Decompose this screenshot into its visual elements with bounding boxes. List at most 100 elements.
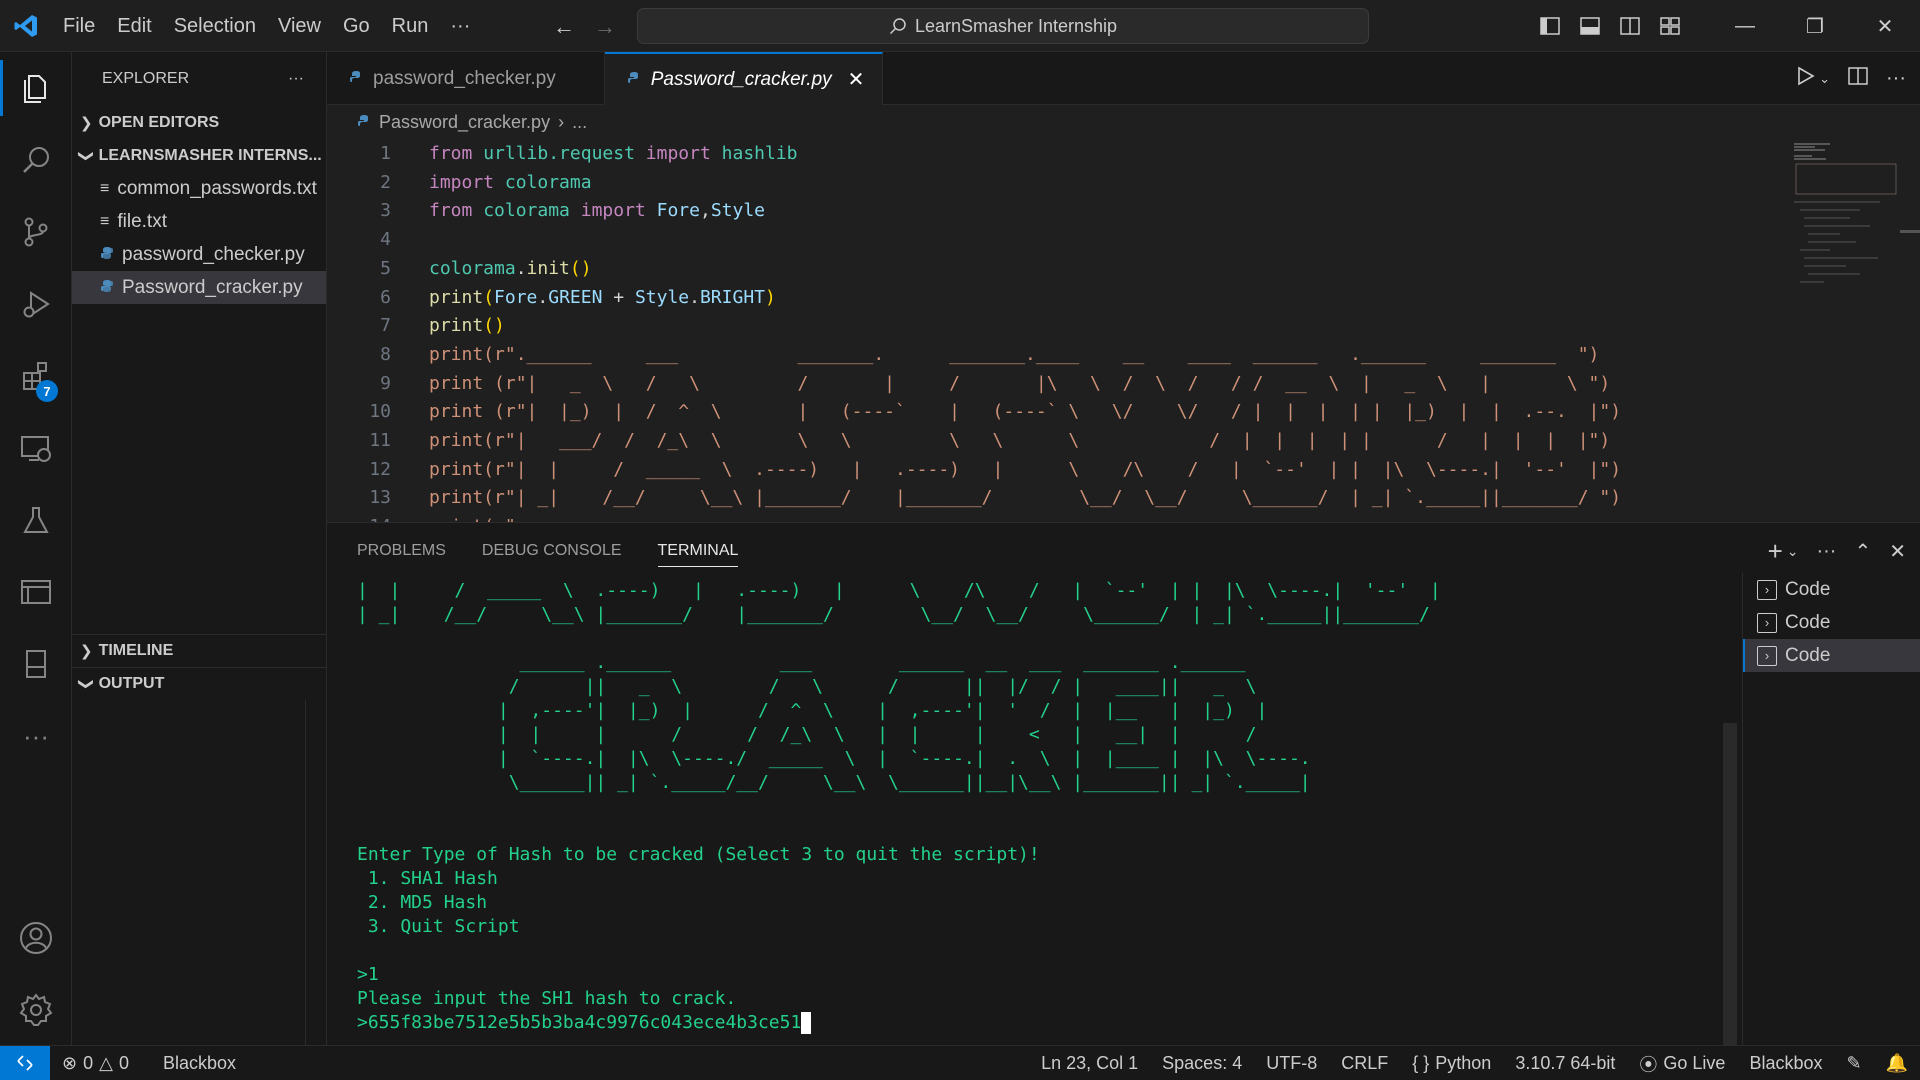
breadcrumb-file[interactable]: Password_cracker.py [379,112,550,133]
output-scroll-divider [305,700,306,1045]
settings-gear-icon[interactable] [0,974,72,1046]
remote-indicator-icon[interactable] [0,1045,50,1080]
search-icon[interactable] [0,124,72,196]
back-arrow-icon[interactable]: ← [553,14,575,40]
editor-more-icon[interactable]: ··· [1886,67,1906,90]
go-live-label: Go Live [1663,1053,1726,1073]
go-live-button[interactable]: ⦿ Go Live [1627,1051,1737,1077]
tab-password-cracker[interactable]: Password_cracker.py ✕ [604,52,884,105]
minimap[interactable] [1790,140,1900,300]
blackbox-status-right[interactable]: Blackbox [1737,1053,1834,1074]
terminal-scrollbar[interactable] [1723,723,1737,1046]
status-bar: ⊗ 0 △ 0 Blackbox Ln 23, Col 1 Spaces: 4 … [0,1045,1920,1080]
file-item[interactable]: password_checker.py [72,238,326,271]
terminal-line: Please input the SH1 hash to crack. [357,988,737,1009]
cursor-position[interactable]: Ln 23, Col 1 [1029,1053,1150,1074]
file-item[interactable]: ≡ file.txt [72,205,326,238]
text-file-icon: ≡ [100,212,110,230]
notifications-bell-icon[interactable]: 🔔 [1874,1053,1920,1074]
encoding[interactable]: UTF-8 [1254,1053,1329,1074]
menu-edit[interactable]: Edit [106,0,162,52]
tab-password-checker[interactable]: password_checker.py [327,52,605,105]
terminal-instance[interactable]: › Code [1743,606,1920,639]
chevron-right-icon: ❯ [80,114,93,132]
explorer-more-button[interactable]: ··· [288,70,304,88]
code-line: from colorama import Fore,Style [429,200,766,222]
terminal-instance[interactable]: › Code [1743,573,1920,606]
terminal-icon: › [1757,645,1777,666]
blackbox-icon[interactable] [0,628,72,700]
chevron-down-icon: ❯ [77,677,95,691]
output-section[interactable]: ❯ OUTPUT [72,667,327,700]
breadcrumb: Password_cracker.py › ... [327,105,1920,140]
menu-selection[interactable]: Selection [163,0,267,52]
end-of-line[interactable]: CRLF [1329,1053,1400,1074]
blackbox-status-left[interactable]: Blackbox [151,1053,248,1074]
accounts-icon[interactable] [0,902,72,974]
minimap-slider[interactable] [1900,230,1920,233]
code-line: print(r"| ___/ / /_\ \ \ \ \ \ \ / | | |… [429,430,1611,451]
indentation[interactable]: Spaces: 4 [1150,1053,1254,1074]
terminal-output[interactable]: | | / _____ \ .----) | .----) | \ /\ / |… [357,579,1737,1046]
file-item-selected[interactable]: Password_cracker.py [72,271,326,304]
close-tab-icon[interactable]: ✕ [848,67,865,92]
close-panel-icon[interactable]: ✕ [1889,539,1906,564]
extensions-icon[interactable]: 7 [0,340,72,412]
new-terminal-icon[interactable]: + [1768,536,1783,567]
error-count: 0 [83,1052,94,1073]
split-editor-icon[interactable] [1848,66,1868,91]
toggle-primary-sidebar-icon[interactable] [1530,0,1570,52]
code-line: print(Fore.GREEN + Style.BRIGHT) [429,286,776,308]
run-file-icon[interactable] [1797,66,1815,92]
menu-more[interactable]: ··· [439,0,481,52]
terminal-cursor [801,1012,812,1034]
python-icon [627,69,641,91]
run-debug-icon[interactable] [0,268,72,340]
explorer-icon[interactable] [0,52,72,124]
terminal-instance-selected[interactable]: › Code [1743,639,1920,672]
terminal-line: | `----.| |\ \----./ _____ \ | `----.| .… [357,748,1311,769]
menu-run[interactable]: Run [381,0,440,52]
problems-status[interactable]: ⊗ 0 △ 0 [50,1053,141,1074]
line-number: 10 [369,401,391,423]
remote-window-icon[interactable] [0,556,72,628]
toggle-panel-icon[interactable] [1570,0,1610,52]
terminal-line: 2. MD5 Hash [357,892,488,913]
testing-icon[interactable] [0,484,72,556]
breadcrumb-rest[interactable]: ... [572,112,587,133]
code-editor[interactable]: 1 from urllib.request import hashlib 2 imp… [327,140,1920,522]
vscode-logo-icon[interactable] [0,0,52,52]
terminal-line: | ,----'| |_) | / ^ \ | ,----'| ' / | |_… [357,700,1268,721]
timeline-section[interactable]: ❯ TIMELINE [72,634,327,667]
open-editors-section[interactable]: ❯ OPEN EDITORS [72,106,326,139]
panel-more-icon[interactable]: ··· [1816,540,1836,563]
tab-problems[interactable]: PROBLEMS [357,542,446,560]
forward-arrow-icon[interactable]: → [594,14,616,40]
menu-go[interactable]: Go [332,0,381,52]
explorer-sidebar: EXPLORER ··· ❯ OPEN EDITORS ❯ LEARNSMASH… [72,52,327,1045]
run-dropdown-chevron-icon[interactable]: ⌄ [1819,71,1830,87]
more-views-icon[interactable]: ··· [0,700,72,772]
code-line: print() [429,315,505,337]
menu-view[interactable]: View [267,0,332,52]
feedback-icon[interactable]: ✎ [1834,1053,1873,1074]
maximize-panel-icon[interactable]: ⌃ [1854,539,1871,564]
tab-terminal[interactable]: TERMINAL [657,542,739,567]
minimize-icon[interactable]: — [1710,0,1780,52]
file-item[interactable]: ≡ common_passwords.txt [72,172,326,205]
restore-icon[interactable]: ❐ [1780,0,1850,52]
remote-explorer-icon[interactable] [0,412,72,484]
folder-section[interactable]: ❯ LEARNSMASHER INTERNS... [72,139,326,172]
close-window-icon[interactable]: ✕ [1850,0,1920,52]
command-center-search[interactable]: LearnSmasher Internship [637,8,1369,44]
chevron-right-icon: › [558,112,565,132]
language-mode[interactable]: { } Python [1400,1053,1503,1074]
tab-debug-console[interactable]: DEBUG CONSOLE [482,542,622,560]
terminal-dropdown-chevron-icon[interactable]: ⌄ [1787,543,1799,560]
toggle-secondary-sidebar-icon[interactable] [1610,0,1650,52]
python-interpreter[interactable]: 3.10.7 64-bit [1503,1053,1627,1074]
source-control-icon[interactable] [0,196,72,268]
search-icon [889,18,906,35]
customize-layout-icon[interactable] [1650,0,1690,52]
menu-file[interactable]: File [52,0,106,52]
